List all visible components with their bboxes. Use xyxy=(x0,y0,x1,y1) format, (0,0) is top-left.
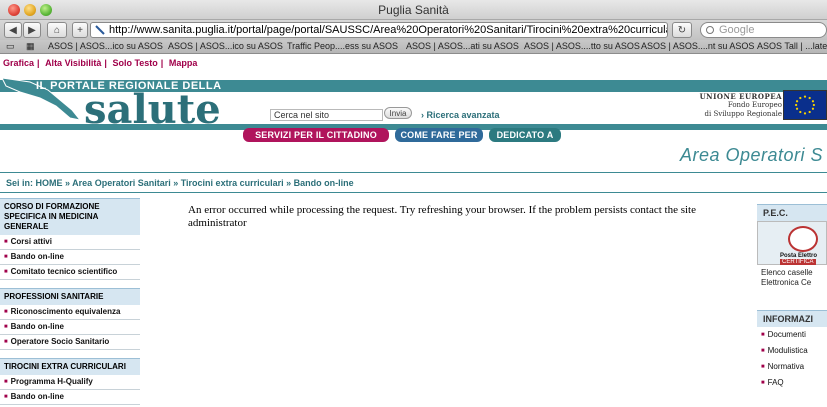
sidebar-section-title: CORSO DI FORMAZIONE SPECIFICA IN MEDICIN… xyxy=(0,198,140,235)
eu-logo-block: UNIONE EUROPEA Fondo Europeo di Sviluppo… xyxy=(690,90,827,122)
sidebar-section-title: PROFESSIONI SANITARIE xyxy=(0,288,140,305)
link-grafica[interactable]: Grafica xyxy=(3,58,34,68)
tab-dedicato-a[interactable]: DEDICATO A xyxy=(489,128,561,142)
link-mappa[interactable]: Mappa xyxy=(169,58,198,68)
site-icon xyxy=(95,25,105,35)
info-link-modulistica[interactable]: Modulistica xyxy=(757,343,827,359)
accessibility-links: Grafica | Alta Visibilità | Solo Testo | Ma… xyxy=(3,58,198,68)
sidebar-item-bando-online[interactable]: Bando on-line xyxy=(0,390,140,405)
search-icon xyxy=(706,26,714,34)
eu-line: di Sviluppo Regionale xyxy=(704,110,783,118)
breadcrumb[interactable]: Sei in: HOME » Area Operatori Sanitari »… xyxy=(6,178,354,188)
sidebar-item-oss[interactable]: Operatore Socio Sanitario xyxy=(0,335,140,350)
advanced-search-link[interactable]: › Ricerca avanzata xyxy=(421,110,500,120)
bookmark-item[interactable]: ASOS | ASOS....nt su ASOS xyxy=(641,41,754,51)
left-sidebar: CORSO DI FORMAZIONE SPECIFICA IN MEDICIN… xyxy=(0,198,140,405)
tab-servizi-cittadino[interactable]: SERVIZI PER IL CITTADINO xyxy=(243,128,389,142)
pec-seal-icon xyxy=(788,226,818,252)
bookmark-item[interactable]: ASOS Tall | ...late xyxy=(757,41,827,51)
add-bookmark-button[interactable]: + xyxy=(72,22,88,38)
section-title: Area Operatori S xyxy=(680,145,824,165)
pec-description-line: Elettronica Ce xyxy=(761,278,812,287)
sidebar-item-riconoscimento[interactable]: Riconoscimento equivalenza xyxy=(0,305,140,320)
address-bar[interactable]: http://www.sanita.puglia.it/portal/page/… xyxy=(90,22,668,38)
sidebar-item-bando-online[interactable]: Bando on-line xyxy=(0,320,140,335)
breadcrumb-top-rule xyxy=(0,172,827,173)
bookmarks-bar: ▭ ▦ ASOS | ASOS...ico su ASOS ASOS | ASO… xyxy=(0,40,827,54)
info-link-faq[interactable]: FAQ xyxy=(757,375,827,391)
info-title: INFORMAZI xyxy=(757,310,827,327)
reload-button[interactable]: ↻ xyxy=(672,22,692,38)
bookmark-item[interactable]: Traffic Peop....ess su ASOS xyxy=(287,41,398,51)
sidebar-item-bando-online[interactable]: Bando on-line xyxy=(0,250,140,265)
sidebar-item-h-qualify[interactable]: Programma H-Qualify xyxy=(0,375,140,390)
pec-banner[interactable]: Posta Elettro CERTIFICA xyxy=(757,221,827,265)
link-solo-testo[interactable]: Solo Testo xyxy=(112,58,157,68)
info-link-normativa[interactable]: Normativa xyxy=(757,359,827,375)
sidebar-item-comitato[interactable]: Comitato tecnico scientifico xyxy=(0,265,140,280)
window-title: Puglia Sanità xyxy=(378,3,449,17)
top-sites-grid-icon[interactable]: ▦ xyxy=(26,41,35,52)
site-search-input[interactable]: Cerca nel sito xyxy=(270,109,383,121)
link-alta-visibilita[interactable]: Alta Visibilità xyxy=(45,58,101,68)
window-titlebar: Puglia Sanità xyxy=(0,0,827,20)
pec-certif-label: CERTIFICA xyxy=(780,259,816,265)
tab-come-fare-per[interactable]: COME FARE PER xyxy=(395,128,483,142)
bookmark-item[interactable]: ASOS | ASOS...ico su ASOS xyxy=(168,41,283,51)
browser-search-field[interactable]: Google xyxy=(700,22,827,38)
browser-search-placeholder: Google xyxy=(719,24,755,36)
eu-flag-icon xyxy=(783,90,827,120)
bookmark-item[interactable]: ASOS | ASOS...ico su ASOS xyxy=(48,41,163,51)
back-button[interactable]: ◀ xyxy=(4,22,22,38)
bookmark-item[interactable]: ASOS | ASOS...ati su ASOS xyxy=(406,41,519,51)
site-search-button[interactable]: Invia xyxy=(384,107,412,119)
info-box: INFORMAZI Documenti Modulistica Normativ… xyxy=(757,310,827,391)
pec-box: P.E.C. Posta Elettro CERTIFICA Elenco ca… xyxy=(757,204,827,291)
pec-title: P.E.C. xyxy=(757,204,827,221)
error-message: An error occurred while processing the r… xyxy=(188,204,696,229)
eu-line: Fondo Europeo xyxy=(727,101,782,109)
address-bar-text: http://www.sanita.puglia.it/portal/page/… xyxy=(109,24,667,36)
info-link-documenti[interactable]: Documenti xyxy=(757,327,827,343)
bookmark-item[interactable]: ASOS | ASOS....tto su ASOS xyxy=(524,41,640,51)
home-button[interactable]: ⌂ xyxy=(47,22,67,38)
breadcrumb-bottom-rule xyxy=(0,192,827,193)
pec-description[interactable]: Elenco caselle Elettronica Ce xyxy=(757,265,827,291)
pec-description-line: Elenco caselle xyxy=(761,268,813,277)
browser-toolbar: ◀ ▶ ⌂ + http://www.sanita.puglia.it/port… xyxy=(0,20,827,40)
sidebar-section-title: TIROCINI EXTRA CURRICULARI xyxy=(0,358,140,375)
site-header: IL PORTALE REGIONALE DELLA salute Cerca … xyxy=(0,74,827,133)
eu-line: UNIONE EUROPEA xyxy=(699,92,782,101)
forward-button[interactable]: ▶ xyxy=(23,22,41,38)
sidebar-icon[interactable]: ▭ xyxy=(6,41,15,52)
sidebar-item-corsi-attivi[interactable]: Corsi attivi xyxy=(0,235,140,250)
